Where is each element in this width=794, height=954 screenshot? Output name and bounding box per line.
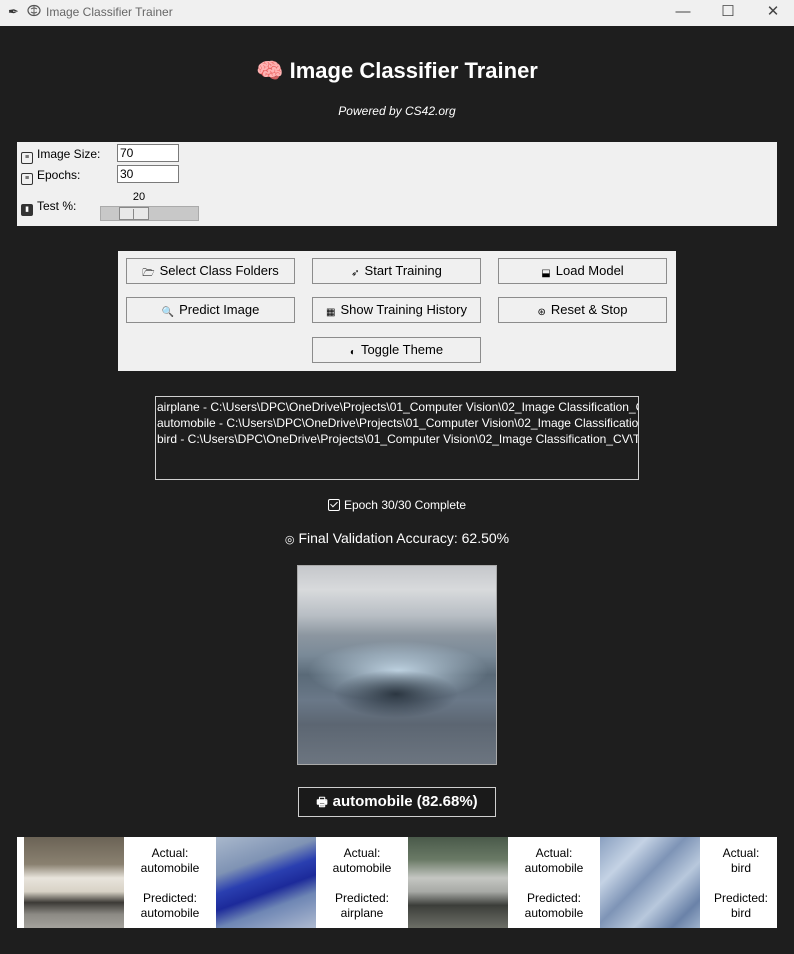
button-label: Reset & Stop xyxy=(550,302,628,317)
class-folder-list[interactable]: airplane - C:\Users\DPC\OneDrive\Project… xyxy=(155,396,639,480)
sample-caption: Actual: automobile Predicted: automobile xyxy=(140,846,200,920)
test-percent-label: ▮ Test %: xyxy=(21,199,76,216)
sample-caption: Actual: automobile Predicted: automobile xyxy=(524,846,584,920)
predicted-image-preview xyxy=(297,565,497,765)
database-icon: ≡ xyxy=(21,152,33,164)
settings-panel: ≡Image Size: ≡Epochs: ▮Test %: 20 xyxy=(17,142,777,226)
chart-icon: ▦ xyxy=(326,307,336,318)
inbox-icon: ⬓ xyxy=(541,268,551,279)
list-item[interactable]: automobile - C:\Users\DPC\OneDrive\Proje… xyxy=(157,416,638,430)
stop-icon: ⊛ xyxy=(537,307,546,318)
button-label: Load Model xyxy=(555,263,624,278)
predict-image-button[interactable]: 🔍 Predict Image xyxy=(126,297,295,323)
epochs-label: ≡ Epochs: xyxy=(21,168,80,185)
sample-predictions-strip: Actual: automobile Predicted: automobile Ac… xyxy=(17,837,777,928)
sample-caption: Actual: bird Predicted: bird xyxy=(713,846,769,920)
image-size-label: ≡ Image Size: xyxy=(21,147,100,164)
button-label: Show Training History xyxy=(340,302,467,317)
page-title: 🧠 Image Classifier Trainer xyxy=(256,58,538,83)
sample-image xyxy=(216,837,316,928)
epoch-status: Epoch 30/30 Complete xyxy=(0,498,794,512)
magnifier-icon: 🔍 xyxy=(161,307,175,318)
sample-image xyxy=(600,837,700,928)
close-button[interactable]: ✕ xyxy=(750,0,794,26)
load-model-button[interactable]: ⬓ Load Model xyxy=(498,258,667,284)
database-icon: ≡ xyxy=(21,173,33,185)
button-label: Predict Image xyxy=(179,302,260,317)
show-training-history-button[interactable]: ▦ Show Training History xyxy=(312,297,481,323)
slider-handle[interactable] xyxy=(119,207,149,220)
sample-image xyxy=(24,837,124,928)
select-class-folders-button[interactable]: 🗁 Select Class Folders xyxy=(126,258,295,284)
maximize-button[interactable]: ☐ xyxy=(705,0,751,26)
target-icon: ◎ xyxy=(284,534,295,546)
button-label: Select Class Folders xyxy=(159,263,279,278)
prediction-result: 🖶 automobile (82.68%) xyxy=(298,787,496,817)
test-percent-slider[interactable] xyxy=(100,206,199,221)
palette-icon: ◐ xyxy=(349,347,356,358)
toggle-theme-button[interactable]: ◐ Toggle Theme xyxy=(312,337,481,363)
checkbox-icon xyxy=(327,499,340,511)
minimize-button[interactable]: — xyxy=(660,0,706,26)
brain-icon xyxy=(27,4,41,20)
chart-icon: ▮ xyxy=(21,204,33,216)
reset-stop-button[interactable]: ⊛ Reset & Stop xyxy=(498,297,667,323)
epochs-input[interactable] xyxy=(117,165,179,183)
final-accuracy: ◎ Final Validation Accuracy: 62.50% xyxy=(284,530,510,546)
rocket-icon: ➶ xyxy=(351,268,360,279)
list-item[interactable]: bird - C:\Users\DPC\OneDrive\Projects\01… xyxy=(157,432,638,446)
subtitle: Powered by CS42.org xyxy=(338,104,456,118)
start-training-button[interactable]: ➶ Start Training xyxy=(312,258,481,284)
printer-icon: 🖶 xyxy=(316,795,328,809)
button-label: Start Training xyxy=(364,263,442,278)
window-title-bar[interactable]: ✒ Image Classifier Trainer — ☐ ✕ xyxy=(0,0,794,26)
test-slider-value: 20 xyxy=(132,191,146,203)
actions-panel: 🗁 Select Class Folders ➶ Start Training ⬓ L… xyxy=(118,251,676,371)
button-label: Toggle Theme xyxy=(360,342,444,357)
list-item[interactable]: airplane - C:\Users\DPC\OneDrive\Project… xyxy=(157,400,638,414)
window-title: Image Classifier Trainer xyxy=(46,5,173,19)
sample-image xyxy=(408,837,508,928)
folder-icon: 🗁 xyxy=(142,268,155,279)
sample-caption: Actual: automobile Predicted: airplane xyxy=(332,846,392,920)
feather-icon: ✒ xyxy=(8,4,19,19)
image-size-input[interactable] xyxy=(117,144,179,162)
